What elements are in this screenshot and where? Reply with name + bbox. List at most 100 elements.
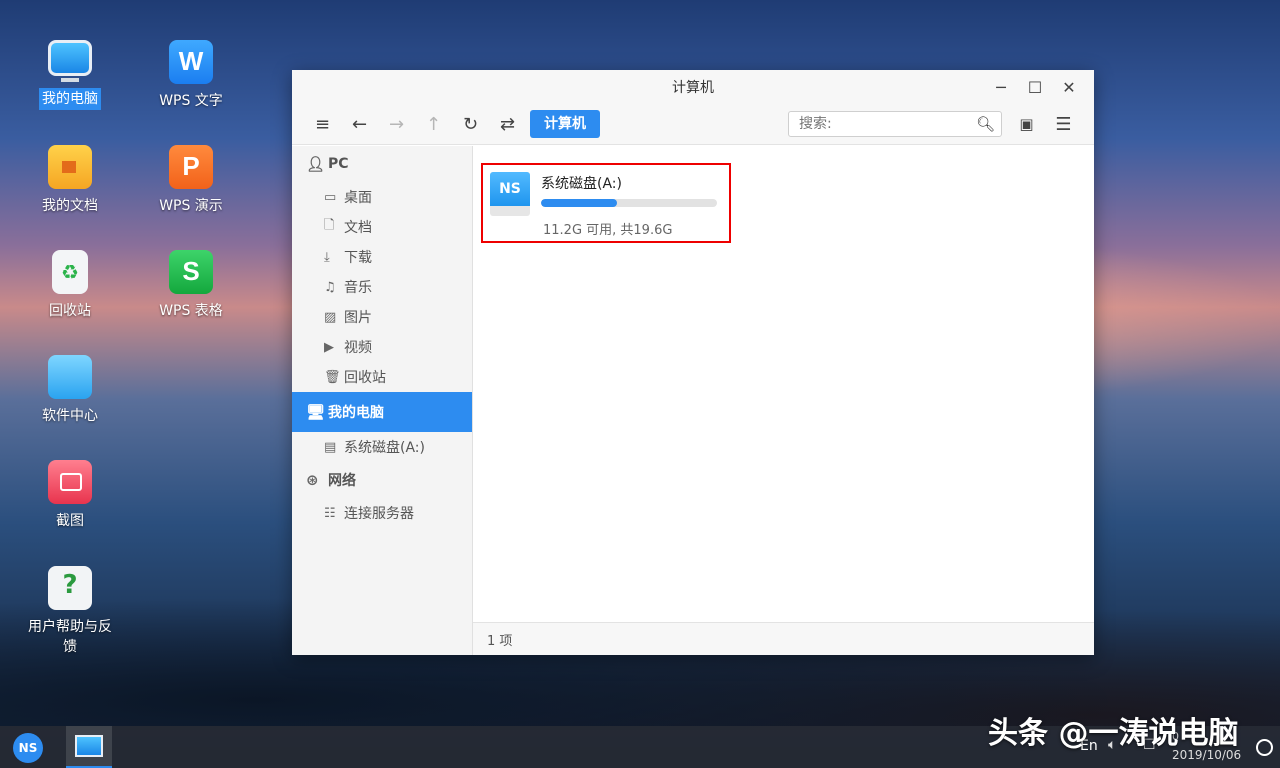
sidebar-item-pictures[interactable]: ▨ 图片 (292, 302, 472, 332)
sidebar-item-label: 文档 (344, 220, 372, 236)
sidebar-item-label: 连接服务器 (344, 506, 414, 522)
computer-icon (75, 735, 103, 757)
item-count: 1 项 (487, 633, 513, 649)
desktop-icon-screenshot[interactable]: 截图 (20, 460, 120, 532)
sidebar-item-downloads[interactable]: ⤓ 下载 (292, 242, 472, 272)
start-menu-button[interactable]: NS (13, 733, 43, 763)
up-button[interactable]: ↑ (415, 109, 452, 139)
sidebar-section-pc[interactable]: 👤︎ PC (292, 146, 472, 182)
arrow-right-icon: → (388, 113, 405, 135)
search-icon[interactable]: 🔍︎ (976, 115, 995, 133)
maximize-button[interactable]: ☐ (1018, 70, 1052, 104)
sidebar: 👤︎ PC ▭ 桌面 🗋︎ 文档 ⤓ 下载 ♫ 音乐 ▨ 图片 ▶ 视频 🗑︎ 回收站 🖥︎ … (292, 146, 473, 655)
sidebar-item-label: 音乐 (344, 280, 372, 296)
arrow-up-icon: ↑ (425, 113, 442, 135)
wps-presentation-icon: P (169, 145, 213, 189)
user-icon: 👤︎ (306, 155, 326, 173)
sidebar-section-label: PC (328, 156, 349, 172)
wps-writer-icon: W (169, 40, 213, 84)
desktop-icon-label: 截图 (56, 513, 84, 529)
breadcrumb-computer[interactable]: 计算机 (530, 110, 600, 138)
window-title: 计算机 (672, 80, 714, 96)
image-view-icon: ▣ (1019, 115, 1034, 133)
sidebar-item-label: 系统磁盘(A:) (344, 440, 425, 456)
status-bar: 1 项 (473, 622, 1094, 655)
desktop-icon-label: 我的电脑 (39, 88, 101, 110)
desktop-icon-wps-writer[interactable]: W WPS 文字 (141, 40, 241, 112)
desktop-icon-software-center[interactable]: 软件中心 (20, 355, 120, 427)
drive-item[interactable]: NS 系统磁盘(A:) 11.2G 可用, 共19.6G (481, 163, 731, 243)
sidebar-item-label: 下载 (344, 250, 372, 266)
sidebar-item-label: 视频 (344, 340, 372, 356)
watermark: 头条 @一涛说电脑 (988, 716, 1239, 751)
search-input[interactable] (797, 115, 976, 133)
desktop-icon-label: 我的文档 (42, 198, 98, 214)
screenshot-icon (48, 460, 92, 504)
software-center-icon (48, 355, 92, 399)
desktop-icon-label: WPS 演示 (159, 198, 223, 214)
desktop-icon-wps-spreadsheet[interactable]: S WPS 表格 (141, 250, 241, 322)
computer-icon: 🖥︎ (306, 403, 326, 421)
document-icon: 🗋︎ (324, 218, 335, 233)
toggle-path-button[interactable]: ⇄ (489, 109, 526, 139)
recycle-bin-icon: ♻ (52, 250, 88, 294)
picture-icon: ▨ (324, 309, 337, 325)
desktop-icon-label: WPS 文字 (159, 93, 223, 109)
desktop-icon-label: 回收站 (49, 303, 91, 319)
toolbar: ≡ ← → ↑ ↻ ⇄ 计算机 🔍︎ ▣ ☰ (292, 104, 1094, 145)
disk-icon: ▤ (324, 439, 337, 455)
sidebar-section-network[interactable]: ⊛ 网络 (292, 462, 472, 498)
close-button[interactable]: ✕ (1052, 70, 1086, 104)
title-bar[interactable]: 计算机 ─ ☐ ✕ (292, 70, 1094, 104)
desktop-icon-label: 用户帮助与反馈 (28, 619, 112, 655)
sidebar-item-videos[interactable]: ▶ 视频 (292, 332, 472, 362)
swap-icon: ⇄ (499, 113, 516, 135)
server-icon: ☷ (324, 505, 336, 521)
minimize-button[interactable]: ─ (984, 70, 1018, 104)
sidebar-item-system-disk[interactable]: ▤ 系统磁盘(A:) (292, 432, 472, 462)
sidebar-item-trash[interactable]: 🗑︎ 回收站 (292, 362, 472, 392)
drive-usage-bar (541, 199, 717, 207)
search-box[interactable]: 🔍︎ (788, 111, 1002, 137)
list-view-button[interactable]: ☰ (1045, 109, 1082, 139)
desktop-icon-help-feedback[interactable]: ? 用户帮助与反馈 (20, 566, 120, 658)
refresh-icon: ↻ (462, 113, 479, 135)
drive-size: 11.2G 可用, 共19.6G (543, 223, 673, 238)
network-icon: ⊛ (306, 471, 319, 489)
sidebar-item-label: 图片 (344, 310, 372, 326)
back-button[interactable]: ← (341, 109, 378, 139)
drive-icon: NS (490, 172, 530, 216)
taskbar-app-file-manager[interactable] (66, 726, 112, 768)
help-feedback-icon: ? (48, 566, 92, 610)
file-view: NS 系统磁盘(A:) 11.2G 可用, 共19.6G (473, 146, 1094, 623)
icon-view-button[interactable]: ▣ (1008, 109, 1045, 139)
drive-name: 系统磁盘(A:) (541, 176, 622, 192)
desktop-icon-label: WPS 表格 (159, 303, 223, 319)
menu-button[interactable]: ≡ (304, 109, 341, 139)
computer-icon (48, 40, 92, 82)
forward-button[interactable]: → (378, 109, 415, 139)
refresh-button[interactable]: ↻ (452, 109, 489, 139)
desktop-icon-recycle-bin[interactable]: ♻ 回收站 (20, 250, 120, 322)
desktop-icon: ▭ (324, 189, 337, 205)
menu-icon: ≡ (314, 113, 331, 135)
download-icon: ⤓ (324, 249, 330, 265)
video-icon: ▶ (324, 339, 334, 355)
desktop-icon-my-documents[interactable]: 我的文档 (20, 145, 120, 217)
music-icon: ♫ (324, 279, 336, 295)
sidebar-item-connect-server[interactable]: ☷ 连接服务器 (292, 498, 472, 528)
wps-spreadsheet-icon: S (169, 250, 213, 294)
file-manager-window: 计算机 ─ ☐ ✕ ≡ ← → ↑ ↻ ⇄ 计算机 🔍︎ ▣ ☰ 👤︎ PC ▭… (292, 70, 1094, 655)
desktop-icon-my-computer[interactable]: 我的电脑 (20, 40, 120, 110)
sidebar-item-music[interactable]: ♫ 音乐 (292, 272, 472, 302)
sidebar-item-documents[interactable]: 🗋︎ 文档 (292, 212, 472, 242)
list-view-icon: ☰ (1055, 113, 1072, 135)
sidebar-item-desktop[interactable]: ▭ 桌面 (292, 182, 472, 212)
desktop-icon-wps-presentation[interactable]: P WPS 演示 (141, 145, 241, 217)
sidebar-section-label: 网络 (328, 473, 356, 489)
sidebar-item-label: 回收站 (344, 370, 386, 386)
notification-center-icon[interactable] (1256, 739, 1273, 756)
sidebar-item-label: 桌面 (344, 190, 372, 206)
sidebar-item-my-computer[interactable]: 🖥︎ 我的电脑 (292, 392, 472, 432)
arrow-left-icon: ← (351, 113, 368, 135)
